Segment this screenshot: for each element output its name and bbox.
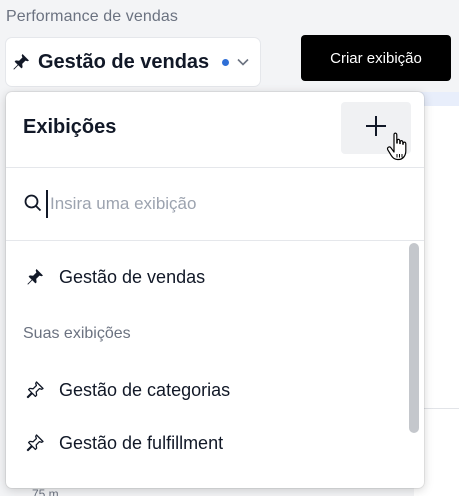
plus-icon: [364, 114, 388, 143]
dropdown-header: Exibições: [6, 92, 424, 168]
list-item-label: Gestão de fulfillment: [59, 432, 224, 453]
views-dropdown: Exibições Gestão de vendas: [6, 92, 424, 488]
search-input[interactable]: [46, 190, 410, 218]
pin-outline-icon[interactable]: [24, 432, 46, 454]
add-view-button[interactable]: [341, 102, 411, 154]
pin-outline-icon[interactable]: [24, 379, 46, 401]
list-item-label: Gestão de vendas: [59, 266, 206, 287]
search-icon: [24, 194, 42, 217]
list-item-categories[interactable]: Gestão de categorias: [6, 368, 404, 412]
page-subtitle: Performance de vendas: [6, 8, 178, 25]
view-selector[interactable]: Gestão de vendas: [6, 38, 261, 86]
search-bar: [6, 168, 424, 241]
unsaved-indicator: [222, 58, 230, 66]
pin-filled-icon: [24, 266, 46, 288]
pin-filled-icon: [10, 51, 32, 73]
background-partial-text: 75 m: [32, 487, 59, 496]
scrollbar-thumb[interactable]: [409, 243, 419, 433]
list-item-fulfillment[interactable]: Gestão de fulfillment: [6, 421, 404, 465]
create-view-button[interactable]: Criar exibição: [301, 35, 451, 81]
section-label-your-views: Suas exibições: [23, 325, 131, 342]
current-view-label: Gestão de vendas: [38, 50, 210, 73]
views-list: Gestão de vendas Suas exibições Gestão d…: [6, 241, 424, 488]
list-item-pinned-sales[interactable]: Gestão de vendas: [6, 255, 404, 299]
chevron-down-icon: [236, 57, 250, 67]
list-item-label: Gestão de categorias: [59, 379, 231, 400]
dropdown-title: Exibições: [23, 116, 117, 138]
